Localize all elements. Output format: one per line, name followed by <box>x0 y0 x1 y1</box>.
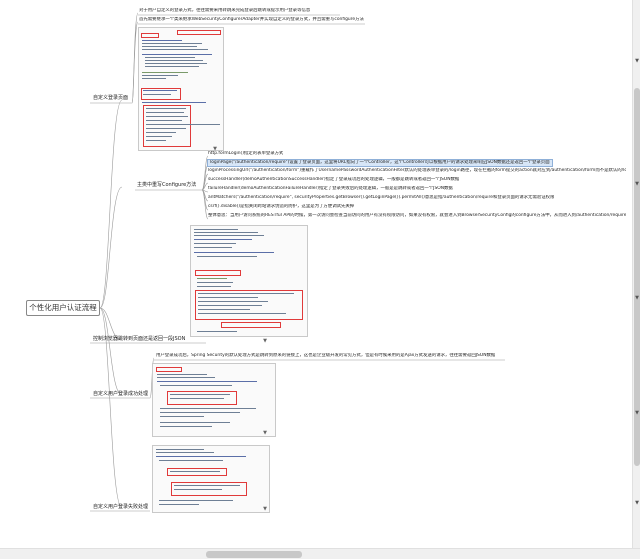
collapse-triangle-icon[interactable]: ▼ <box>262 506 268 512</box>
leaf-text[interactable]: successHandler(demoAuthenticationSuccess… <box>208 177 459 183</box>
code-screenshot-2 <box>190 225 308 337</box>
leaf-text[interactable]: csrf().disable()是指关闭跨站请求伪造的防护，这里是为了方便调试先… <box>208 204 354 210</box>
code-screenshot-3 <box>152 363 276 437</box>
root-node[interactable]: 个性化用户认证流程 <box>26 300 100 316</box>
leaf-text[interactable]: antMatchers("/authentication/require", s… <box>208 195 554 201</box>
scroll-marker-icon[interactable]: ▼ <box>634 500 640 506</box>
horizontal-scrollbar-thumb[interactable] <box>206 551 302 558</box>
leaf-text[interactable]: http.formLogin()指定的表单登录方式 <box>208 151 283 157</box>
leaf-text-highlighted[interactable]: loginPage("/authentication/require")设置了登… <box>207 159 553 167</box>
leaf-text[interactable]: failureHandler(demoAuthenticationFailure… <box>208 186 453 192</box>
leaf-text[interactable]: loginProcessingUrl("/authentication/form… <box>208 168 626 174</box>
leaf-text[interactable]: 用户登录成功后，Spring Security的默认处理方式是跳转到原来的链接上… <box>156 353 495 359</box>
vertical-scrollbar[interactable] <box>632 0 640 548</box>
branch-custom-login-page[interactable]: 自定义登录页面 <box>93 95 128 102</box>
collapse-triangle-icon[interactable]: ▼ <box>262 430 268 436</box>
scroll-marker-icon[interactable]: ▼ <box>634 410 640 416</box>
collapse-triangle-icon[interactable]: ▼ <box>262 338 268 344</box>
leaf-text[interactable]: 首先需要继承一个类来继承WebSecurityConfigurerAdapter… <box>139 17 364 23</box>
horizontal-scrollbar[interactable] <box>0 548 640 559</box>
branch-login-success[interactable]: 自定义用户登录成功处理 <box>93 391 148 398</box>
mindmap-connectors <box>90 12 505 512</box>
code-screenshot-4 <box>152 445 270 513</box>
branch-configure-method[interactable]: 主类中重写Configure方法 <box>137 182 196 189</box>
leaf-text[interactable]: 整体意思：当用户访问系统的RESTful API的时候，第一次访问会检查当前访问… <box>208 213 626 219</box>
scroll-marker-icon[interactable]: ▼ <box>634 181 640 187</box>
branch-login-failure[interactable]: 自定义用户登录失败处理 <box>93 504 148 511</box>
branch-jump-or-json[interactable]: 控制浏览器跳转到页面还是返回一段JSON <box>93 336 185 343</box>
scroll-marker-icon[interactable]: ▼ <box>634 295 640 301</box>
scroll-marker-icon[interactable]: ▼ <box>634 58 640 64</box>
mindmap-canvas[interactable]: 个性化用户认证流程 自定义登录页面 主类中重写Configure方法 控制浏览器… <box>0 0 632 548</box>
leaf-text[interactable]: 对于用户自定义的登录方式，往往需要采用转跳来完成登录后跳转或提示用户登录等信息 <box>139 8 310 14</box>
code-screenshot-1 <box>138 27 224 151</box>
